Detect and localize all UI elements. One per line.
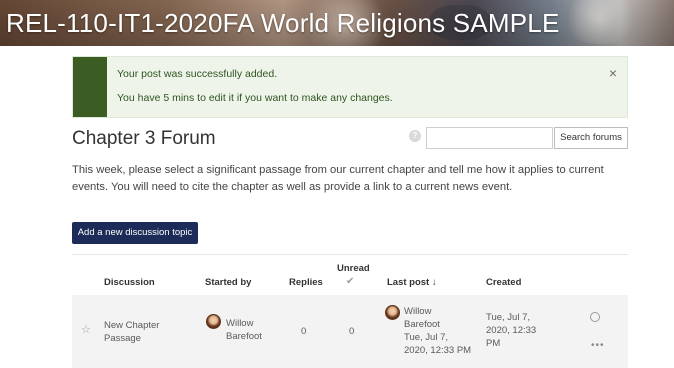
last-post-date[interactable]: Tue, Jul 7, 2020, 12:33 PM <box>404 331 474 357</box>
success-alert: Your post was successfully added. You ha… <box>72 56 628 118</box>
alert-message: Your post was successfully added. <box>117 68 278 80</box>
replies-count[interactable]: 0 <box>301 325 306 338</box>
forum-intro: This week, please select a significant p… <box>72 164 604 193</box>
discussion-subject-link[interactable]: New Chapter Passage <box>104 319 194 345</box>
user-avatar[interactable] <box>206 314 221 329</box>
subscribe-icon[interactable] <box>590 312 600 322</box>
question-circle-icon[interactable]: ? <box>409 130 421 142</box>
user-avatar[interactable] <box>385 305 400 320</box>
search-input[interactable] <box>426 127 553 149</box>
check-icon: ✔ <box>346 276 355 287</box>
close-icon[interactable]: × <box>609 65 617 81</box>
column-header-last-post[interactable]: Last post ↓ <box>387 277 437 288</box>
search-button[interactable]: Search forums <box>554 127 628 149</box>
divider <box>72 254 628 255</box>
course-title: REL-110-IT1-2020FA World Religions SAMPL… <box>6 8 560 38</box>
unread-count: 0 <box>349 326 355 337</box>
last-post-author[interactable]: Willow Barefoot <box>404 305 449 331</box>
course-banner: REL-110-IT1-2020FA World Religions SAMPL… <box>0 0 674 46</box>
discussion-subject: New Chapter Passage <box>104 320 160 344</box>
created-date: Tue, Jul 7, 2020, 12:33 PM <box>486 312 537 349</box>
star-icon[interactable]: ☆ <box>81 323 91 336</box>
table-row: ☆ New Chapter Passage Willow Barefoot 0 … <box>72 295 628 368</box>
column-header-discussion[interactable]: Discussion <box>104 277 155 288</box>
column-header-started-by[interactable]: Started by <box>205 277 251 288</box>
column-header-unread: Unread <box>337 263 370 274</box>
alert-accent-bar <box>73 57 107 117</box>
column-header-created[interactable]: Created <box>486 277 521 288</box>
alert-edit-note: You have 5 mins to edit it if you want t… <box>117 92 393 104</box>
column-header-replies[interactable]: Replies <box>289 277 323 288</box>
add-discussion-button[interactable]: Add a new discussion topic <box>72 222 198 244</box>
page-title: Chapter 3 Forum <box>72 128 216 149</box>
starter-name[interactable]: Willow Barefoot <box>226 317 274 343</box>
more-icon[interactable]: ••• <box>591 340 605 351</box>
